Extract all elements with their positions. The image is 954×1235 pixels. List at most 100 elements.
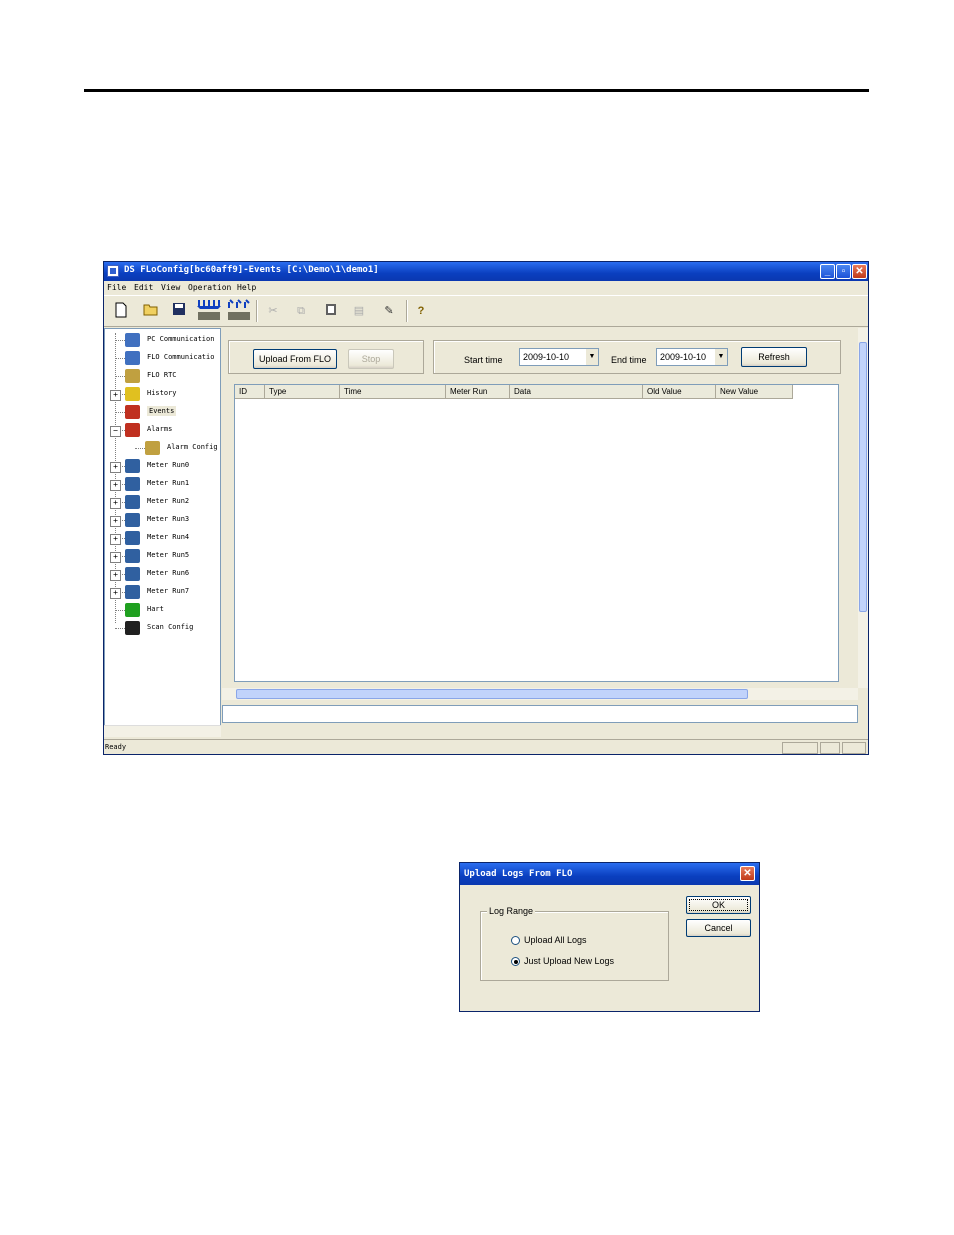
column-header-meter-run[interactable]: Meter Run [446, 385, 510, 399]
tree-item-meter-run3[interactable]: + Meter Run3 [105, 511, 222, 529]
tree-item-label: History [147, 389, 177, 397]
tree-item-scan-config[interactable]: Scan Config [105, 619, 222, 637]
expand-icon[interactable]: + [110, 534, 121, 545]
log-range-label: Log Range [487, 906, 536, 916]
expand-icon[interactable]: + [110, 462, 121, 473]
tree-connector [115, 358, 125, 359]
cut-icon[interactable]: ✂ [264, 302, 282, 320]
collapse-icon[interactable]: − [110, 426, 121, 437]
page-rule [84, 89, 869, 92]
log-range-group: Log Range Upload All Logs Just Upload Ne… [480, 906, 669, 981]
expand-icon[interactable]: + [110, 552, 121, 563]
tree-item-label: Meter Run2 [147, 497, 190, 505]
menu-help[interactable]: Help [237, 283, 256, 292]
tree-item-flo-communicatio[interactable]: FLO Communicatio [105, 349, 222, 367]
tree-item-events[interactable]: Events [105, 403, 222, 421]
tree-connector [115, 340, 125, 341]
column-header-id[interactable]: ID [235, 385, 265, 399]
expand-icon[interactable]: + [110, 516, 121, 527]
just-upload-new-logs-label[interactable]: Just Upload New Logs [524, 956, 614, 966]
tree-item-label: PC Communication [147, 335, 215, 343]
expand-icon[interactable]: + [110, 480, 121, 491]
start-time-dropdown[interactable]: 2009-10-10 ▼ [519, 348, 599, 366]
tree-item-meter-run5[interactable]: + Meter Run5 [105, 547, 222, 565]
end-time-dropdown[interactable]: 2009-10-10 ▼ [656, 348, 728, 366]
paste-icon[interactable] [322, 302, 340, 320]
time-range-group: Start time 2009-10-10 ▼ End time 2009-10… [433, 340, 841, 374]
help-icon[interactable]: ? [412, 302, 430, 320]
tree-item-label: Meter Run3 [147, 515, 190, 523]
tree-item-label: Meter Run6 [147, 569, 190, 577]
tree-item-flo-rtc[interactable]: FLO RTC [105, 367, 222, 385]
tree-item-meter-run0[interactable]: + Meter Run0 [105, 457, 222, 475]
menu-view[interactable]: View [161, 283, 180, 292]
end-time-value: 2009-10-10 [660, 352, 707, 362]
tree-item-alarm-config[interactable]: Alarm Config [105, 439, 222, 457]
column-header-new-value[interactable]: New Value [716, 385, 793, 399]
stack-icon[interactable]: ▤ [350, 302, 368, 320]
message-area [222, 705, 858, 723]
tree-item-label: FLO RTC [147, 371, 177, 379]
menu-file[interactable]: File [107, 283, 126, 292]
tree-item-meter-run7[interactable]: + Meter Run7 [105, 583, 222, 601]
refresh-button[interactable]: Refresh [741, 347, 807, 367]
expand-icon[interactable]: + [110, 498, 121, 509]
maximize-button[interactable]: ▫ [836, 264, 851, 279]
expand-icon[interactable]: + [110, 588, 121, 599]
status-bar: Ready [104, 739, 868, 754]
expand-icon[interactable]: + [110, 570, 121, 581]
open-folder-icon[interactable] [142, 302, 160, 320]
horizontal-scroll-thumb[interactable] [236, 689, 748, 699]
tree-item-meter-run1[interactable]: + Meter Run1 [105, 475, 222, 493]
new-file-icon[interactable] [112, 302, 130, 320]
save-icon[interactable] [170, 302, 188, 320]
tree-horizontal-scrollbar[interactable] [104, 725, 221, 737]
cancel-button[interactable]: Cancel [686, 919, 751, 937]
dialog-close-button[interactable]: ✕ [740, 866, 755, 881]
tree-item-label: Alarm Config [167, 443, 218, 451]
tree-item-alarms[interactable]: − Alarms [105, 421, 222, 439]
stop-button[interactable]: Stop [348, 349, 394, 369]
menu-operation[interactable]: Operation [188, 283, 231, 292]
just-upload-new-logs-radio[interactable] [511, 957, 520, 966]
tree-item-history[interactable]: + History [105, 385, 222, 403]
tree-item-label: Meter Run0 [147, 461, 190, 469]
end-time-label: End time [611, 355, 647, 365]
copy-icon[interactable]: ⧉ [292, 302, 310, 320]
main-window: DS FLoConfig[bc60aff9]-Events [C:\Demo\1… [103, 261, 869, 755]
close-button[interactable]: ✕ [852, 264, 867, 279]
expand-icon[interactable]: + [110, 390, 121, 401]
ok-button[interactable]: OK [686, 896, 751, 914]
dialog-title: Upload Logs From FLO [464, 869, 573, 879]
tree-item-pc-communication[interactable]: PC Communication [105, 331, 222, 349]
tree-item-meter-run6[interactable]: + Meter Run6 [105, 565, 222, 583]
tree-item-label: Hart [147, 605, 164, 613]
minimize-button[interactable]: _ [820, 264, 835, 279]
tree-item-label: Meter Run7 [147, 587, 190, 595]
menu-edit[interactable]: Edit [134, 283, 153, 292]
eraser-icon[interactable]: ✎ [380, 302, 398, 320]
upload-icon[interactable] [226, 298, 252, 322]
upload-from-flo-button[interactable]: Upload From FLO [253, 349, 337, 369]
column-header-type[interactable]: Type [265, 385, 340, 399]
tree-item-meter-run4[interactable]: + Meter Run4 [105, 529, 222, 547]
vertical-scroll-thumb[interactable] [859, 342, 867, 612]
tree-item-meter-run2[interactable]: + Meter Run2 [105, 493, 222, 511]
start-time-value: 2009-10-10 [523, 352, 570, 362]
start-time-label: Start time [464, 355, 503, 365]
meter-icon [125, 513, 140, 527]
tree-item-label: Meter Run1 [147, 479, 190, 487]
clock-icon [125, 369, 140, 383]
upload-all-logs-label[interactable]: Upload All Logs [524, 935, 587, 945]
status-pane [820, 742, 840, 754]
column-header-data[interactable]: Data [510, 385, 643, 399]
column-header-old-value[interactable]: Old Value [643, 385, 716, 399]
meter-icon [125, 495, 140, 509]
download-icon[interactable] [196, 298, 222, 322]
meter-icon [125, 531, 140, 545]
upload-all-logs-radio[interactable] [511, 936, 520, 945]
tree-connector [115, 412, 125, 413]
title-bar: DS FLoConfig[bc60aff9]-Events [C:\Demo\1… [104, 262, 868, 281]
column-header-time[interactable]: Time [340, 385, 446, 399]
tree-item-hart[interactable]: Hart [105, 601, 222, 619]
